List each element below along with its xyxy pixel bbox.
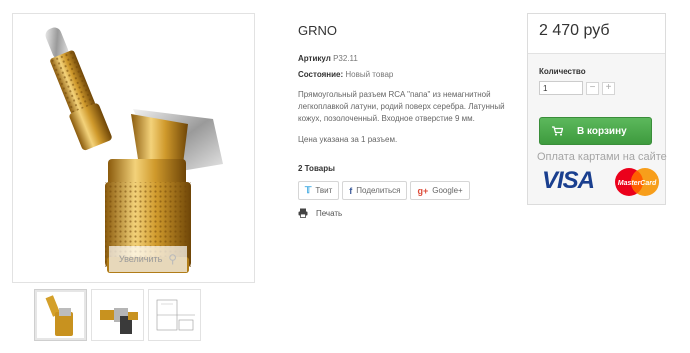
stock-quantity: 2 Товары (298, 164, 335, 173)
printer-icon (298, 208, 308, 218)
google-plus-share-button[interactable]: g+ Google+ (410, 181, 470, 200)
quantity-increase-button[interactable]: + (602, 81, 615, 95)
card-payment-text: Оплата картами на сайте (537, 151, 667, 163)
mastercard-logo: MasterCard (615, 168, 659, 196)
thumbnail-2[interactable] (91, 289, 144, 341)
payment-logos: VISA MasterCard (542, 165, 665, 199)
magnifier-icon: ⚲ (168, 252, 178, 266)
main-product-image[interactable]: Увеличить ⚲ (12, 13, 255, 283)
quantity-decrease-button[interactable]: − (586, 81, 599, 95)
product-description: Прямоугольный разъем RCA "папа" из немаг… (298, 90, 505, 123)
thumbnail-1[interactable] (34, 289, 87, 341)
add-to-cart-label: В корзину (577, 125, 627, 137)
product-title: GRNO (298, 23, 337, 38)
quantity-input[interactable] (539, 81, 583, 95)
twitter-icon: 𝕋 (305, 185, 312, 195)
condition-value: Новый товар (345, 70, 394, 79)
thumbnail-technical-drawing (156, 299, 195, 331)
add-to-cart-button[interactable]: В корзину (539, 117, 652, 145)
facebook-icon: f (349, 185, 353, 196)
sku-value: P32.11 (333, 54, 358, 63)
thumbnail-connector-angled (45, 295, 73, 336)
product-price: 2 470 руб (528, 14, 665, 54)
thumbnail-3[interactable] (148, 289, 201, 341)
visa-logo: VISA (542, 167, 595, 194)
condition-label: Состояние: (298, 70, 344, 79)
twitter-share-button[interactable]: 𝕋 Твит (298, 181, 340, 200)
zoom-label: Увеличить (118, 254, 163, 264)
twitter-label: Твит (315, 186, 333, 195)
rca-connector-image (45, 27, 223, 273)
condition-row: Состояние: Новый товар (298, 70, 513, 79)
thumbnail-connector-side (100, 308, 138, 334)
quantity-label: Количество (539, 67, 586, 76)
google-plus-icon: g+ (417, 185, 429, 196)
print-button[interactable]: Печать (298, 208, 513, 218)
sku-label: Артикул (298, 54, 331, 63)
print-label: Печать (316, 208, 343, 218)
google-plus-label: Google+ (432, 186, 463, 195)
sku-row: Артикул P32.11 (298, 54, 513, 63)
mastercard-label: MasterCard (618, 180, 657, 187)
price-note: Цена указана за 1 разъем. (298, 135, 398, 144)
share-buttons: 𝕋 Твит f Поделиться g+ Google+ (298, 181, 513, 200)
facebook-share-button[interactable]: f Поделиться (342, 181, 408, 200)
product-info: GRNO Артикул P32.11 Состояние: Новый тов… (298, 20, 513, 218)
facebook-label: Поделиться (356, 186, 401, 195)
zoom-button[interactable]: Увеличить ⚲ (109, 246, 187, 272)
cart-icon (552, 126, 563, 136)
quantity-stepper: − + (539, 81, 665, 95)
buy-box: 2 470 руб Количество − + В корзину Оплат… (527, 13, 667, 205)
thumbnail-strip (34, 289, 201, 341)
